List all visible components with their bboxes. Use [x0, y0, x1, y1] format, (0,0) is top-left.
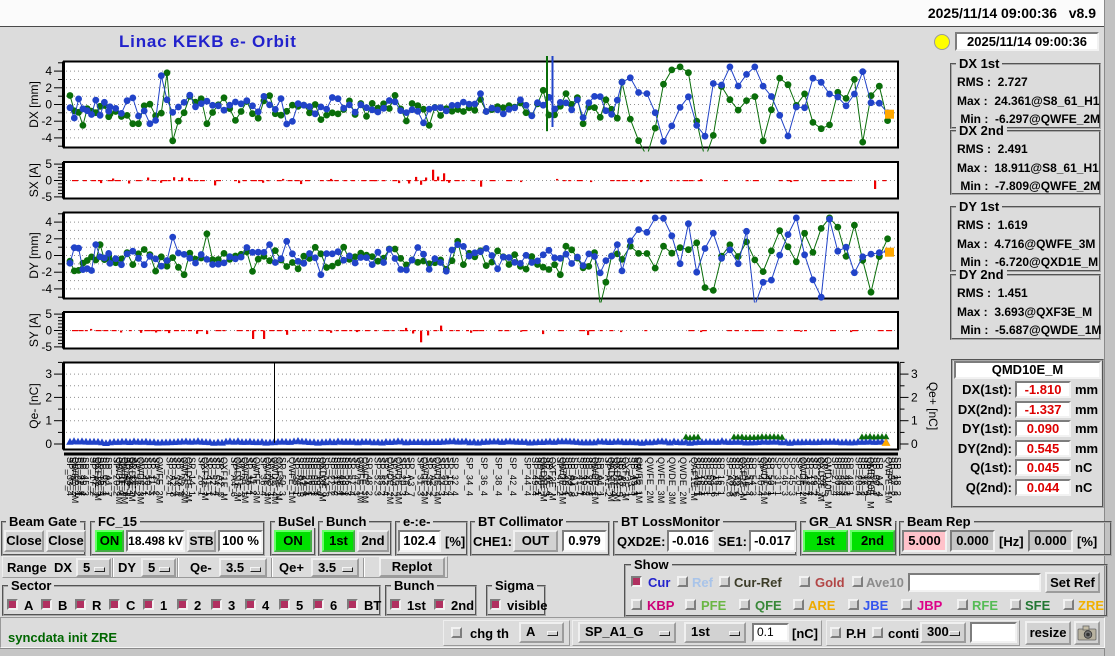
svg-text:4: 4	[45, 215, 52, 229]
svg-text:SP_34_4: SP_34_4	[465, 457, 475, 496]
svg-text:QWDE_2M: QWDE_2M	[678, 457, 688, 505]
svg-text:4: 4	[45, 64, 52, 78]
svg-text:SP_A4_4: SP_A4_4	[875, 457, 885, 497]
svg-text:0: 0	[45, 98, 52, 112]
svg-text:-5: -5	[41, 340, 52, 354]
svg-text:QWFE_2M: QWFE_2M	[155, 457, 165, 504]
svg-text:3: 3	[911, 367, 918, 381]
svg-text:-5: -5	[41, 190, 52, 204]
svg-text:DY [mm]: DY [mm]	[27, 232, 41, 278]
svg-text:SP_32_4: SP_32_4	[450, 457, 460, 496]
svg-text:-2: -2	[41, 265, 52, 279]
svg-text:2: 2	[45, 81, 52, 95]
svg-text:-4: -4	[41, 131, 52, 145]
svg-text:1: 1	[911, 414, 918, 428]
svg-text:0: 0	[45, 249, 52, 263]
svg-text:SP_36_4: SP_36_4	[479, 457, 489, 496]
svg-text:Qe- [nC]: Qe- [nC]	[27, 383, 41, 428]
svg-text:0: 0	[45, 324, 52, 338]
svg-text:SP_50_3: SP_50_3	[278, 457, 288, 496]
svg-text:2: 2	[45, 390, 52, 404]
svg-text:QWFE_1M: QWFE_1M	[634, 457, 644, 504]
svg-text:0: 0	[911, 437, 918, 451]
svg-text:DX [mm]: DX [mm]	[27, 81, 41, 128]
svg-text:QXF1E_M: QXF1E_M	[219, 457, 229, 501]
svg-text:-2: -2	[41, 114, 52, 128]
svg-text:5: 5	[45, 307, 52, 321]
svg-text:QWDE_3M: QWDE_3M	[667, 457, 677, 505]
svg-text:SX [A]: SX [A]	[27, 163, 41, 197]
svg-text:SP_14_1: SP_14_1	[187, 457, 197, 496]
svg-text:QWFE_2M: QWFE_2M	[645, 457, 655, 504]
svg-text:2: 2	[45, 232, 52, 246]
svg-text:0: 0	[45, 174, 52, 188]
svg-text:SP_18_2: SP_18_2	[893, 457, 903, 496]
svg-text:Qe+ [nC]: Qe+ [nC]	[926, 382, 940, 430]
svg-text:0: 0	[45, 437, 52, 451]
svg-text:SP_A3_7: SP_A3_7	[406, 457, 416, 497]
svg-text:-4: -4	[41, 282, 52, 296]
svg-text:SP_42_4: SP_42_4	[508, 457, 518, 496]
svg-text:QWFE_3M: QWFE_3M	[656, 457, 666, 504]
svg-text:1: 1	[45, 414, 52, 428]
svg-text:SP_38_4: SP_38_4	[494, 457, 504, 496]
svg-text:SY [A]: SY [A]	[27, 313, 41, 347]
svg-text:SP_48_1: SP_48_1	[845, 457, 855, 496]
svg-text:5: 5	[45, 157, 52, 171]
svg-text:3: 3	[45, 367, 52, 381]
svg-text:2: 2	[911, 390, 918, 404]
svg-text:SP_16_1: SP_16_1	[716, 457, 726, 496]
